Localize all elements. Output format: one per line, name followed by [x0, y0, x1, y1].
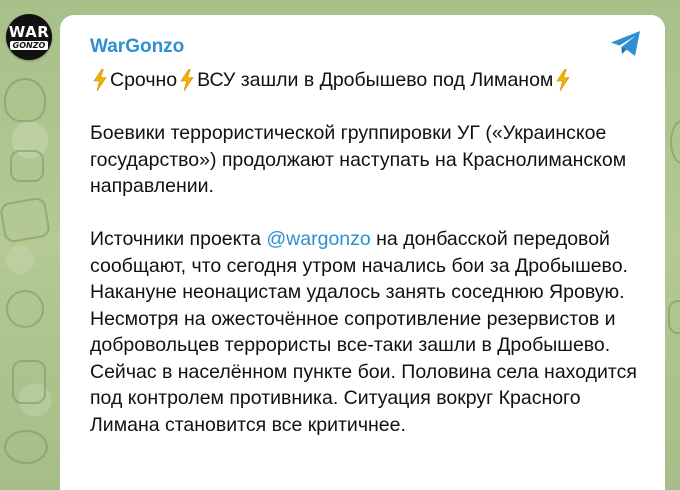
lightning-icon	[180, 69, 194, 92]
telegram-share-icon[interactable]	[609, 29, 643, 59]
message-text: Срочно ВСУ зашли в Дробышево под Лиманом…	[90, 67, 650, 465]
wallpaper-doodle	[670, 120, 680, 164]
paragraph-2-body: на донбасской передовой сообщают, что се…	[90, 228, 637, 436]
headline-prefix: Срочно	[110, 69, 178, 91]
message-headline: Срочно ВСУ зашли в Дробышево под Лиманом	[90, 67, 650, 94]
message-paragraph-2: Источники проекта @wargonzo на донбасско…	[90, 226, 650, 438]
channel-avatar[interactable]: WAR GONZO	[6, 14, 52, 60]
avatar-logo-text: WAR	[8, 22, 50, 41]
wallpaper-doodle	[4, 430, 48, 464]
lightning-icon	[556, 69, 570, 92]
wallpaper-doodle	[12, 360, 46, 404]
channel-name[interactable]: WarGonzo	[90, 36, 184, 58]
wallpaper-doodle	[10, 150, 44, 182]
mention-link[interactable]: @wargonzo	[266, 228, 370, 250]
wallpaper-doodle	[668, 300, 680, 334]
message-bubble: WarGonzo Срочно ВСУ зашли в Дробышево по…	[60, 15, 665, 490]
headline-text: ВСУ зашли в Дробышево под Лиманом	[197, 69, 554, 91]
message-paragraph-1: Боевики террористической группировки УГ …	[90, 122, 627, 197]
avatar-logo-subtext: GONZO	[9, 40, 49, 50]
wallpaper-doodle	[4, 78, 46, 122]
lightning-icon	[93, 69, 107, 92]
wallpaper-doodle	[0, 196, 52, 244]
paragraph-2-intro: Источники проекта	[90, 228, 267, 250]
wallpaper-doodle	[6, 290, 44, 328]
